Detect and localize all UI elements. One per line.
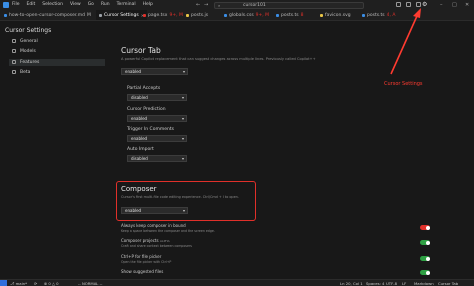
cursor-tab-status[interactable]: Cursor Tab (438, 281, 458, 286)
status-bar: ⎇ main* ⟳ ⊗ 0 △ 0 -- NORMAL -- Ln 20, Co… (0, 279, 474, 286)
sync-icon[interactable]: ⟳ (34, 281, 37, 286)
encoding-status[interactable]: UTF-8 (386, 281, 397, 286)
branch-name: main* (15, 280, 27, 286)
annotation-arrow (390, 8, 421, 75)
arrow-head (413, 8, 421, 18)
annotation-label: Cursor Settings (384, 81, 423, 87)
eol-status[interactable]: LF (402, 281, 406, 286)
arrow-shaft (390, 15, 418, 75)
branch-status[interactable]: ⎇ main* (10, 281, 27, 286)
vim-mode-status: -- NORMAL -- (78, 280, 103, 286)
remote-icon[interactable] (0, 280, 7, 286)
indentation-status[interactable]: Spaces: 4 (366, 281, 384, 286)
problems-status[interactable]: ⊗ 0 △ 0 (44, 281, 59, 286)
language-status[interactable]: Markdown (414, 281, 434, 286)
cursor-position[interactable]: Ln 20, Col 1 (340, 281, 363, 286)
